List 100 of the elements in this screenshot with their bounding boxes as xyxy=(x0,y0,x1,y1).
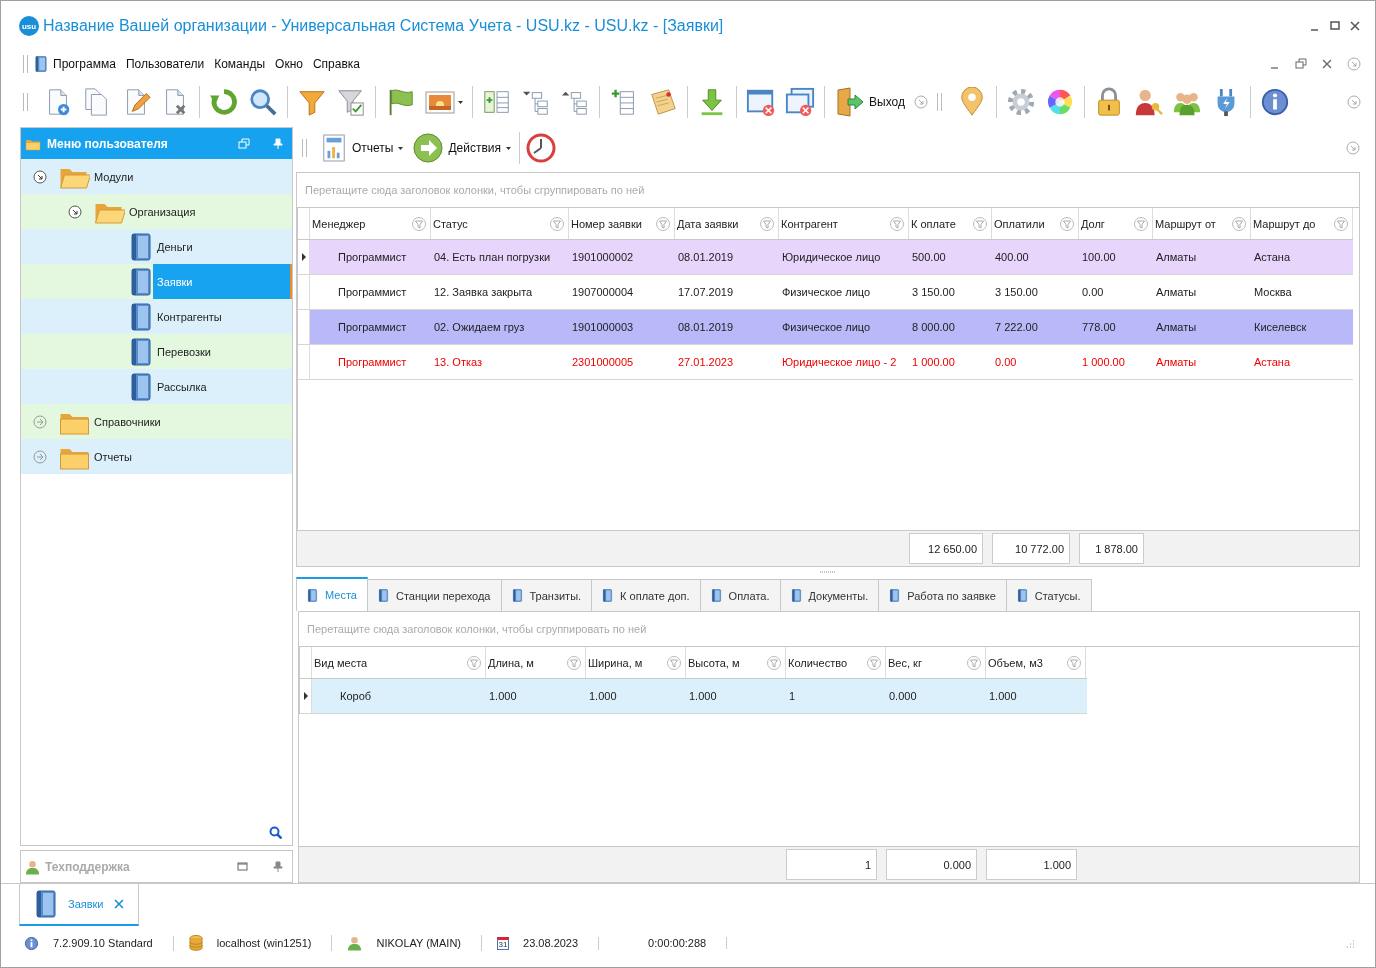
tree-row[interactable]: Организация xyxy=(21,194,292,229)
column-header[interactable]: Менеджер xyxy=(310,208,431,239)
tab[interactable]: Транзиты. xyxy=(500,579,593,611)
filter-icon[interactable] xyxy=(1134,216,1148,231)
menu-item[interactable]: Справка xyxy=(307,55,365,73)
menu-item[interactable]: Команды xyxy=(209,55,271,73)
column-header[interactable]: Маршрут от xyxy=(1153,208,1251,239)
column-header[interactable]: Оплатили xyxy=(992,208,1079,239)
table-row[interactable]: Короб 1.000 1.000 1.000 1 0.000 1.000 xyxy=(300,679,1087,714)
column-header[interactable]: Статус xyxy=(431,208,569,239)
filter-icon[interactable] xyxy=(973,216,987,231)
filter-icon[interactable] xyxy=(467,655,481,670)
toggle-icon[interactable] xyxy=(33,169,47,184)
close-icon[interactable] xyxy=(113,899,124,909)
table-row[interactable]: Программист 02. Ожидаем груз 1901000003 08.01.2019 Физическое лицо 8 000.00 7 222.00 778.00 Алматы Киселевск xyxy=(298,310,1353,345)
table-row[interactable]: Программист 13. Отказ 2301000005 27.01.2023 Юридическое лицо - 2 1 000.00 0.00 1 000.00 Алматы Астана xyxy=(298,345,1353,380)
column-header[interactable]: Длина, м xyxy=(486,647,586,678)
info-icon[interactable] xyxy=(1259,87,1290,117)
row-indicator[interactable] xyxy=(298,240,310,274)
maximize-icon[interactable] xyxy=(1329,20,1341,32)
close-icon[interactable] xyxy=(1349,20,1361,32)
toggle-icon[interactable] xyxy=(33,449,47,464)
row-indicator[interactable] xyxy=(300,679,312,713)
tree-label[interactable]: Отчеты xyxy=(90,439,292,474)
restore-icon[interactable] xyxy=(238,137,250,150)
maximize-icon[interactable] xyxy=(237,861,248,872)
toggle-icon[interactable] xyxy=(33,414,47,429)
note-icon[interactable] xyxy=(648,87,678,117)
document-tab[interactable]: Заявки xyxy=(19,884,139,926)
tab[interactable]: Станции перехода xyxy=(366,579,502,611)
filter-icon[interactable] xyxy=(890,216,904,231)
reports-button[interactable]: Отчеты xyxy=(319,133,406,163)
menu-item[interactable]: Программа xyxy=(48,55,121,73)
tab[interactable]: Работа по заявке xyxy=(878,579,1007,611)
filter-icon[interactable] xyxy=(967,655,981,670)
filter-icon[interactable] xyxy=(760,216,774,231)
restore-icon[interactable] xyxy=(1295,58,1307,70)
tree-label[interactable]: Контрагенты xyxy=(153,299,292,334)
column-header[interactable]: Ширина, м xyxy=(586,647,686,678)
tree-label[interactable]: Модули xyxy=(90,159,292,194)
tab[interactable]: Документы. xyxy=(779,579,880,611)
close-windows-icon[interactable] xyxy=(785,87,815,117)
tree-row[interactable]: Контрагенты xyxy=(21,299,292,334)
column-header[interactable]: Вес, кг xyxy=(886,647,986,678)
tab[interactable]: Статусы. xyxy=(1005,579,1092,611)
tab[interactable]: Оплата. xyxy=(699,579,781,611)
exit-button[interactable]: Выход xyxy=(834,86,905,118)
filter-icon[interactable] xyxy=(1232,216,1246,231)
column-header[interactable]: Объем, м3 xyxy=(986,647,1086,678)
tree-row[interactable]: Модули xyxy=(21,159,292,194)
tree-row[interactable]: Деньги xyxy=(21,229,292,264)
column-header[interactable]: Вид места xyxy=(312,647,486,678)
search-icon[interactable] xyxy=(248,87,278,117)
column-header[interactable]: Долг xyxy=(1079,208,1153,239)
column-header[interactable]: Контрагент xyxy=(779,208,909,239)
actions-button[interactable]: Действия xyxy=(411,133,514,163)
filter-icon[interactable] xyxy=(1060,216,1074,231)
tab[interactable]: Места xyxy=(296,577,368,611)
column-header[interactable]: Номер заявки xyxy=(569,208,675,239)
toggle-icon[interactable] xyxy=(68,204,82,219)
table-row[interactable]: Программист 12. Заявка закрыта 1907000004 17.07.2019 Физическое лицо 3 150.00 3 150.00 0.00 Алматы Москва xyxy=(298,275,1353,310)
menu-item[interactable]: Пользователи xyxy=(120,55,210,73)
close-window-icon[interactable] xyxy=(746,87,776,117)
search-icon[interactable] xyxy=(269,826,282,839)
tab[interactable]: К оплате доп. xyxy=(591,579,701,611)
tree-row[interactable]: Перевозки xyxy=(21,334,292,369)
resize-grip-icon[interactable] xyxy=(1344,937,1355,949)
funnel-check-icon[interactable] xyxy=(336,87,366,117)
clock-icon[interactable] xyxy=(526,133,557,163)
menu-item[interactable]: Окно xyxy=(270,55,308,73)
tree-label[interactable]: Рассылка xyxy=(153,369,292,404)
tree-row[interactable]: Справочники xyxy=(21,404,292,439)
filter-icon[interactable] xyxy=(550,216,564,231)
close-icon[interactable] xyxy=(1321,58,1333,70)
tree-row[interactable]: Рассылка xyxy=(21,369,292,404)
caret-icon[interactable] xyxy=(458,100,463,104)
tree-label[interactable]: Организация xyxy=(125,194,292,229)
filter-icon[interactable] xyxy=(1067,655,1081,670)
filter-icon[interactable] xyxy=(412,216,426,231)
filter-icon[interactable] xyxy=(567,655,581,670)
tree-label[interactable]: Справочники xyxy=(90,404,292,439)
pin-icon[interactable] xyxy=(272,860,284,873)
tree-label[interactable]: Перевозки xyxy=(153,334,292,369)
filter-icon[interactable] xyxy=(667,655,681,670)
tree-label[interactable]: Деньги xyxy=(153,229,292,264)
column-header[interactable]: К оплате xyxy=(909,208,992,239)
filter-icon[interactable] xyxy=(867,655,881,670)
table-row[interactable]: Программист 04. Есть план погрузки 1901000002 08.01.2019 Юридическое лицо 500.00 400.00 100.00 Алматы Астана xyxy=(298,240,1353,275)
tree-row[interactable]: Отчеты xyxy=(21,439,292,474)
filter-icon[interactable] xyxy=(767,655,781,670)
column-header[interactable]: Маршрут до xyxy=(1251,208,1353,239)
column-header[interactable]: Высота, м xyxy=(686,647,786,678)
column-title: Контрагент xyxy=(781,217,838,230)
gear-icon[interactable] xyxy=(1005,87,1036,117)
column-header[interactable]: Количество xyxy=(786,647,886,678)
refresh-icon[interactable] xyxy=(209,87,239,117)
column-header[interactable]: Дата заявки xyxy=(675,208,779,239)
column-title: Объем, м3 xyxy=(988,656,1043,669)
filter-icon[interactable] xyxy=(1334,216,1348,231)
filter-icon[interactable] xyxy=(656,216,670,231)
